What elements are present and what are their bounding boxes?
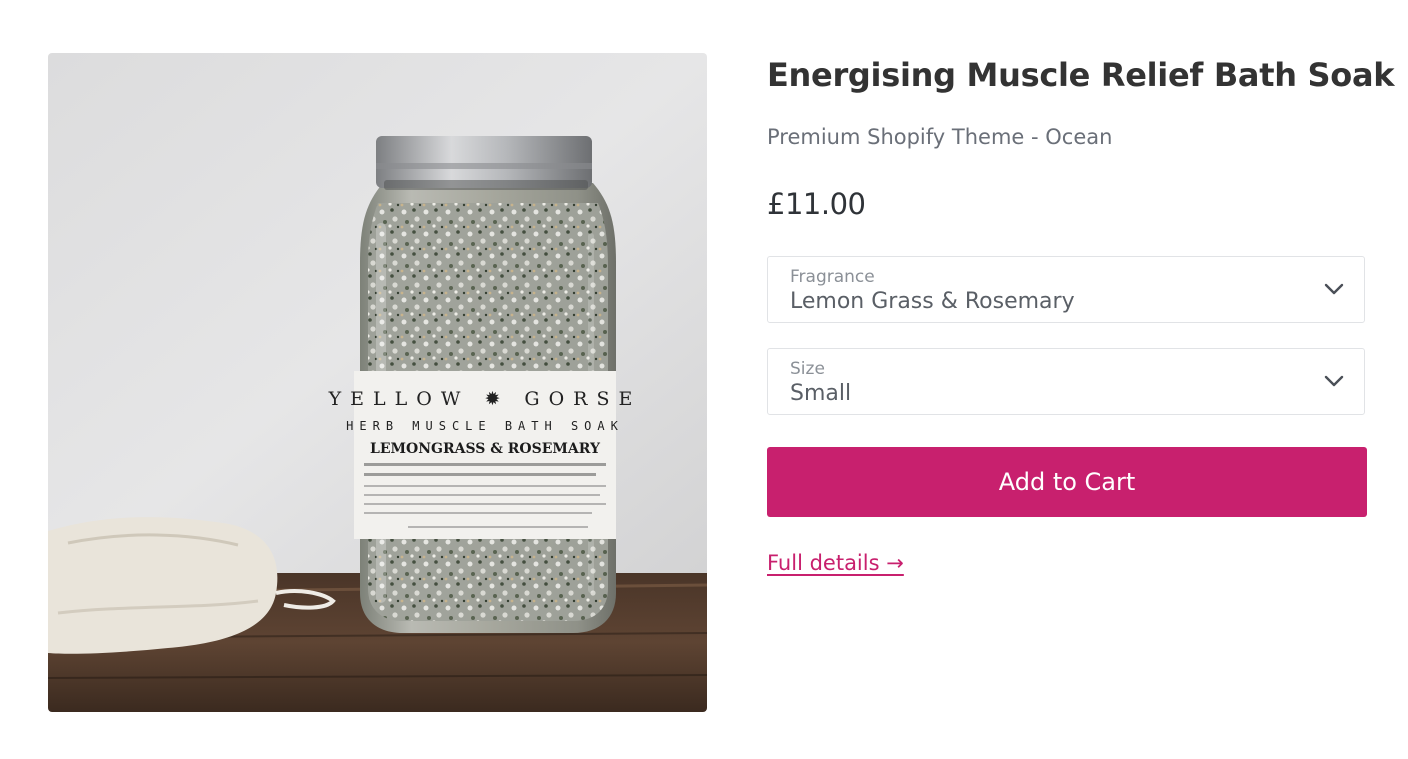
fragrance-select-label: Fragrance [790,267,875,287]
jar-label-scent: LEMONGRASS & ROSEMARY [370,441,601,457]
chevron-down-icon [1324,373,1344,389]
chevron-down-icon [1324,281,1344,297]
add-to-cart-button[interactable]: Add to Cart [767,447,1367,517]
full-details-link[interactable]: Full details → [767,551,904,575]
size-select-value: Small [790,381,852,406]
size-select-label: Size [790,359,825,379]
product-title: Energising Muscle Relief Bath Soak [767,56,1395,94]
fragrance-select-value: Lemon Grass & Rosemary [790,289,1075,314]
jar-label-subtitle: HERB MUSCLE BATH SOAK [346,419,624,433]
product-quick-view: YELLOW ✹ GORSE HERB MUSCLE BATH SOAK LEM… [0,0,1408,759]
product-image[interactable]: YELLOW ✹ GORSE HERB MUSCLE BATH SOAK LEM… [48,53,707,712]
product-vendor: Premium Shopify Theme - Ocean [767,125,1113,149]
size-select[interactable]: Size Small [767,348,1365,415]
product-price: £11.00 [767,187,866,221]
fragrance-select[interactable]: Fragrance Lemon Grass & Rosemary [767,256,1365,323]
jar-label-brand: YELLOW ✹ GORSE [328,388,642,410]
product-photo: YELLOW ✹ GORSE HERB MUSCLE BATH SOAK LEM… [48,53,707,712]
